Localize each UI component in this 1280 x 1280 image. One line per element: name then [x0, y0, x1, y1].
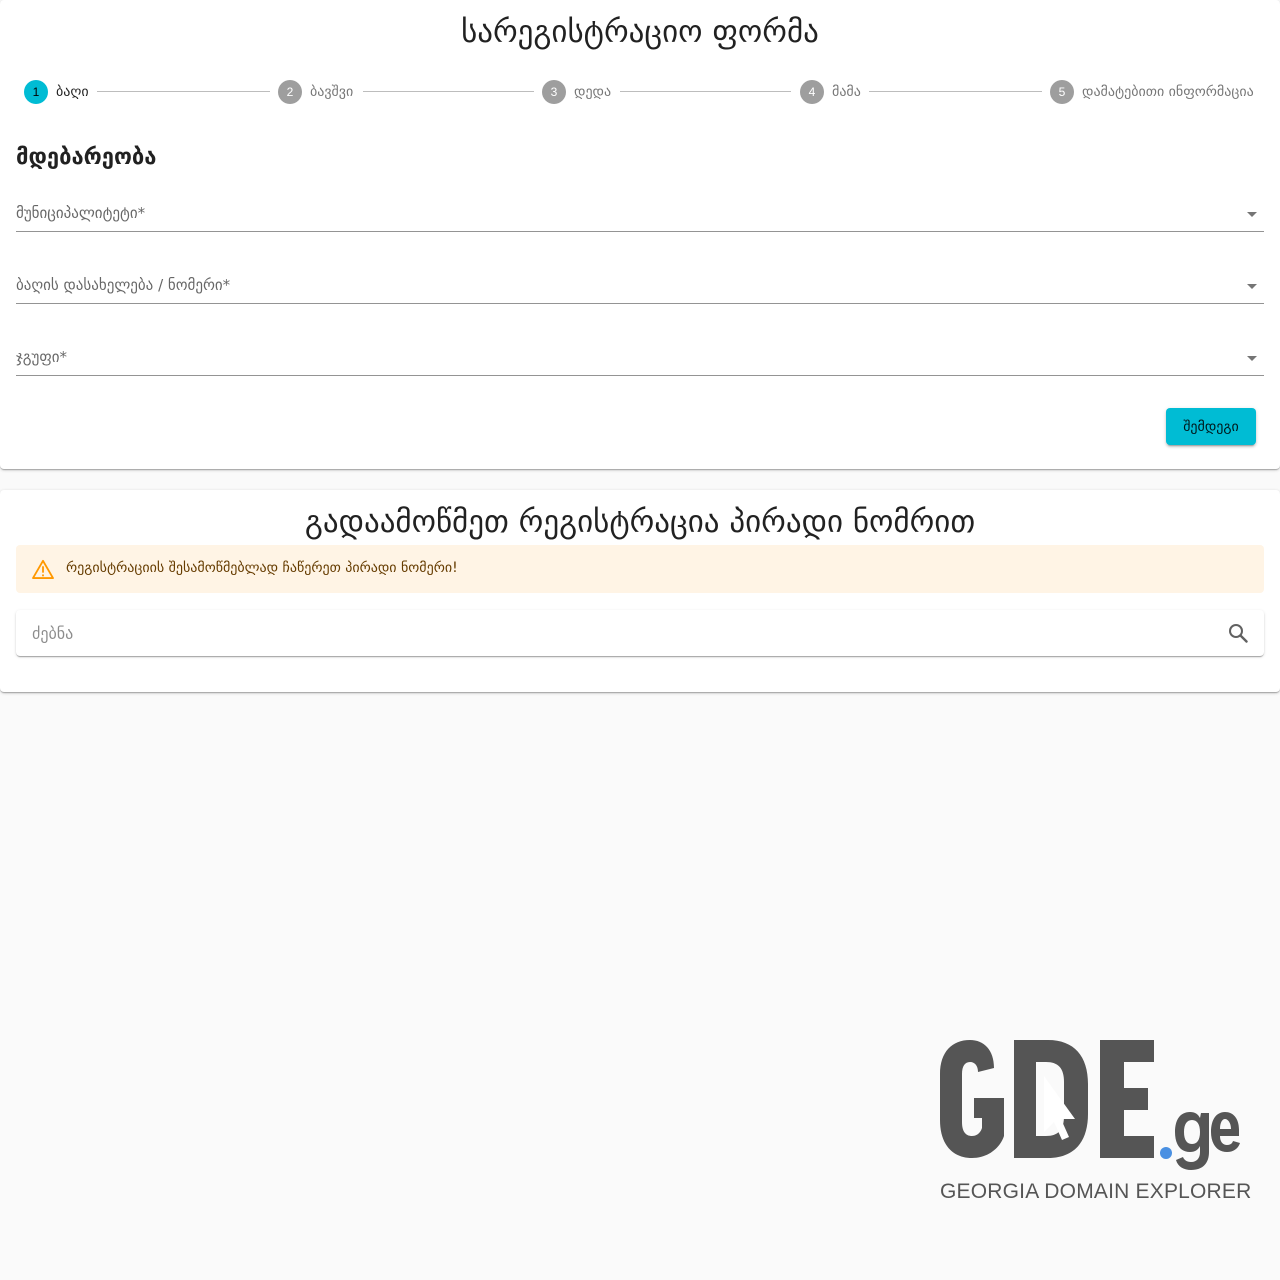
search-box	[16, 610, 1264, 656]
registration-form-title: სარეგისტრაციო ფორმა	[461, 14, 819, 50]
step-label: მამა	[832, 84, 861, 100]
step-number: 5	[1050, 80, 1074, 104]
municipality-select[interactable]: მუნიციპალიტეტი*	[16, 200, 1264, 232]
stepper: 1 ბაღი 2 ბავშვი 3 დედა 4 მამა 5 დამატები…	[24, 79, 1256, 105]
check-registration-card: გადაამოწმეთ რეგისტრაცია პირადი ნომრით რე…	[0, 490, 1280, 692]
logo-tagline: GEORGIA DOMAIN EXPLORER	[940, 1180, 1252, 1203]
search-input[interactable]	[32, 618, 1192, 648]
warning-icon	[32, 559, 54, 579]
next-button[interactable]: შემდეგი	[1166, 408, 1256, 445]
warning-alert: რეგისტრაციის შესამოწმებლად ჩაწერეთ პირად…	[16, 545, 1264, 593]
kindergarten-select[interactable]: ბაღის დასახელება / ნომერი*	[16, 272, 1264, 304]
gde-logo: GEORGIA DOMAIN EXPLORER	[938, 1036, 1251, 1206]
check-registration-title: გადაამოწმეთ რეგისტრაცია პირადი ნომრით	[304, 504, 976, 540]
step-connector	[97, 91, 270, 92]
step-label: ბავშვი	[310, 84, 354, 100]
step-kindergarten[interactable]: 1 ბაღი	[24, 79, 89, 105]
step-child[interactable]: 2 ბავშვი	[278, 79, 353, 105]
step-number: 4	[800, 80, 824, 104]
dropdown-arrow-icon	[1247, 356, 1257, 361]
group-label: ჯგუფი*	[16, 348, 68, 366]
gde-logo-mark	[940, 1040, 1240, 1170]
dropdown-arrow-icon	[1247, 284, 1257, 289]
group-select[interactable]: ჯგუფი*	[16, 344, 1264, 376]
registration-form-card: სარეგისტრაციო ფორმა 1 ბაღი 2 ბავშვი 3 დე…	[0, 0, 1280, 469]
step-number: 1	[24, 80, 48, 104]
step-additional-info[interactable]: 5 დამატებითი ინფორმაცია	[1050, 79, 1254, 105]
step-label: ბაღი	[56, 84, 89, 100]
municipality-label: მუნიციპალიტეტი*	[16, 204, 146, 222]
step-mother[interactable]: 3 დედა	[542, 79, 611, 105]
dropdown-arrow-icon	[1247, 212, 1257, 217]
step-connector	[620, 91, 791, 92]
step-connector	[363, 91, 534, 92]
step-label: დამატებითი ინფორმაცია	[1082, 84, 1254, 100]
step-connector	[869, 91, 1042, 92]
step-father[interactable]: 4 მამა	[800, 79, 861, 105]
step-number: 3	[542, 80, 566, 104]
alert-message: რეგისტრაციის შესამოწმებლად ჩაწერეთ პირად…	[66, 560, 458, 576]
search-icon[interactable]	[1226, 621, 1250, 645]
step-label: დედა	[574, 84, 612, 100]
kindergarten-label: ბაღის დასახელება / ნომერი*	[16, 276, 231, 294]
step-number: 2	[278, 80, 302, 104]
section-title-location: მდებარეობა	[16, 145, 157, 170]
